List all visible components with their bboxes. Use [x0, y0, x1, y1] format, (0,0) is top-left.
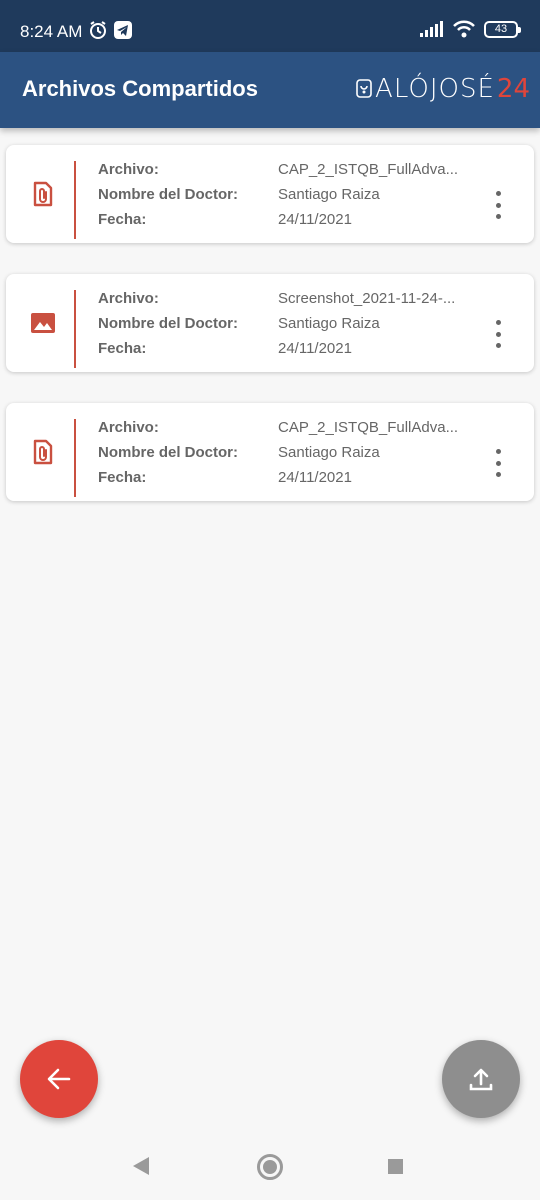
fecha-value: 24/11/2021 [278, 211, 352, 228]
signal-icon [420, 21, 443, 37]
archivo-value: Screenshot_2021-11-24-... [278, 290, 456, 307]
brand-logo: ALÓJOSÉ 24 [355, 74, 530, 104]
fecha-value: 24/11/2021 [278, 340, 352, 357]
app-bar: Archivos Compartidos ALÓJOSÉ 24 [0, 52, 540, 128]
attachment-icon [33, 439, 53, 465]
archivo-label: Archivo: [98, 419, 159, 436]
fecha-label: Fecha: [98, 211, 147, 228]
archivo-value: CAP_2_ISTQB_FullAdva... [278, 161, 459, 178]
system-nav-bar [0, 1134, 540, 1200]
archivo-label: Archivo: [98, 290, 159, 307]
image-icon [31, 313, 55, 333]
fecha-label: Fecha: [98, 340, 147, 357]
fecha-value: 24/11/2021 [278, 469, 352, 486]
logo-text: ALÓJOSÉ [375, 74, 495, 104]
doctor-value: Santiago Raiza [278, 444, 380, 461]
more-options-icon[interactable] [494, 191, 502, 219]
file-card[interactable]: Archivo: CAP_2_ISTQB_FullAdva... Nombre … [6, 145, 534, 243]
upload-icon [469, 1068, 493, 1091]
card-divider [74, 290, 76, 368]
fecha-label: Fecha: [98, 469, 147, 486]
page-title: Archivos Compartidos [22, 76, 258, 101]
card-divider [74, 161, 76, 239]
doctor-label: Nombre del Doctor: [98, 315, 239, 332]
doctor-label: Nombre del Doctor: [98, 444, 239, 461]
nav-home-icon[interactable] [257, 1154, 283, 1180]
status-time: 8:24 AM [20, 22, 83, 41]
doctor-value: Santiago Raiza [278, 186, 380, 203]
doctor-label: Nombre del Doctor: [98, 186, 239, 203]
archivo-label: Archivo: [98, 161, 159, 178]
upload-button[interactable] [442, 1040, 520, 1118]
more-options-icon[interactable] [494, 320, 502, 348]
battery-icon: 43 [484, 20, 521, 38]
card-divider [74, 419, 76, 497]
file-card[interactable]: Archivo: CAP_2_ISTQB_FullAdva... Nombre … [6, 403, 534, 501]
doctor-value: Santiago Raiza [278, 315, 380, 332]
archivo-value: CAP_2_ISTQB_FullAdva... [278, 419, 459, 436]
telegram-icon [114, 21, 132, 39]
file-card[interactable]: Archivo: Screenshot_2021-11-24-... Nombr… [6, 274, 534, 372]
alarm-icon [90, 21, 106, 39]
arrow-left-icon [47, 1068, 71, 1090]
attachment-icon [33, 181, 53, 207]
nav-recents-icon[interactable] [388, 1159, 403, 1174]
more-options-icon[interactable] [494, 449, 502, 477]
doctor-logo-icon [356, 79, 372, 98]
status-bar: 8:24 AM 43 [0, 0, 540, 52]
wifi-icon [453, 20, 475, 38]
battery-level: 43 [494, 22, 508, 35]
logo-number: 24 [496, 74, 530, 104]
nav-back-icon[interactable] [133, 1157, 149, 1175]
back-button[interactable] [20, 1040, 98, 1118]
